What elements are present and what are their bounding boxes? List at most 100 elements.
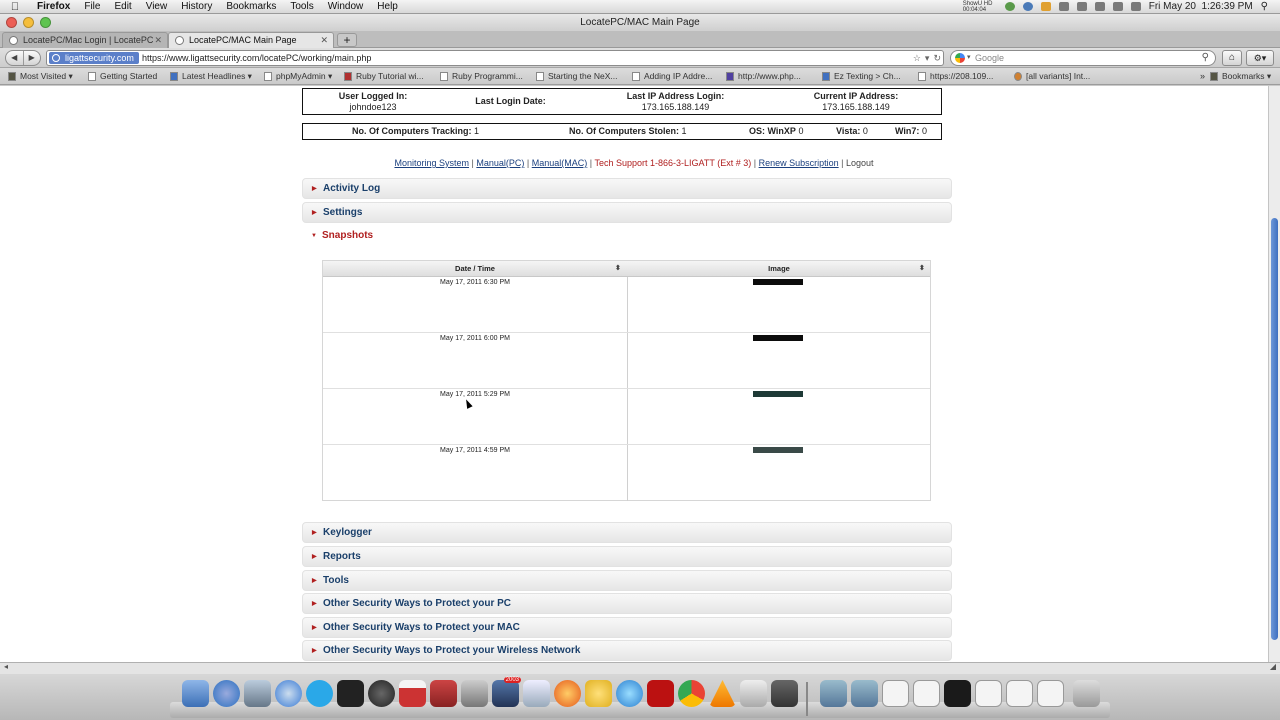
adium-icon[interactable] xyxy=(585,680,612,707)
xcode-icon[interactable] xyxy=(244,680,271,707)
home-button[interactable]: ⌂ xyxy=(1222,50,1242,66)
image-column-header[interactable]: Image xyxy=(628,261,930,277)
bookmark-most-visited[interactable]: Most Visited ▾ xyxy=(8,68,73,85)
safari-icon[interactable] xyxy=(275,680,302,707)
reload-icon[interactable]: ↻ xyxy=(933,51,941,65)
bookmark-starting-next[interactable]: Starting the NeX... xyxy=(536,68,617,85)
bookmark-adding-ip[interactable]: Adding IP Addre... xyxy=(632,68,712,85)
snapshot-thumbnail[interactable] xyxy=(753,447,803,453)
search-engine-dropdown-icon[interactable]: ▾ xyxy=(967,51,971,65)
new-tab-button[interactable]: + xyxy=(337,33,357,47)
close-tab-icon[interactable]: ✕ xyxy=(320,33,328,48)
close-tab-icon[interactable]: ✕ xyxy=(154,33,162,48)
snapshot-thumbnail[interactable] xyxy=(753,391,803,397)
filezilla-icon[interactable] xyxy=(647,680,674,707)
scrollbar-thumb[interactable] xyxy=(1271,218,1278,640)
menu-window[interactable]: Window xyxy=(321,1,371,12)
datetime-column-header[interactable]: Date / Time xyxy=(323,261,627,277)
system-preferences-icon[interactable] xyxy=(461,680,488,707)
virtualbox-icon[interactable] xyxy=(523,680,550,707)
app-store-icon[interactable] xyxy=(213,680,240,707)
spotlight-icon[interactable]: ⚲ xyxy=(1261,1,1268,12)
section-activity-log[interactable]: ▶ Activity Log xyxy=(302,178,952,199)
section-protect-pc[interactable]: ▶ Other Security Ways to Protect your PC xyxy=(302,593,952,614)
snapshot-thumbnail[interactable] xyxy=(753,335,803,341)
bookmark-latest-headlines[interactable]: Latest Headlines ▾ xyxy=(170,68,252,85)
back-button[interactable]: ◀ xyxy=(6,51,24,65)
section-reports[interactable]: ▶ Reports xyxy=(302,546,952,567)
section-snapshots[interactable]: ▼ Snapshots xyxy=(302,226,952,247)
globe-tray-icon[interactable] xyxy=(1004,2,1015,11)
bookmarks-menu-button[interactable]: Bookmarks ▾ xyxy=(1210,68,1271,85)
showu-hd-icon[interactable] xyxy=(771,680,798,707)
section-settings[interactable]: ▶ Settings xyxy=(302,202,952,223)
bluetooth-tray-icon[interactable] xyxy=(1058,2,1069,11)
vlc-icon[interactable] xyxy=(709,680,736,707)
zoom-window-button[interactable] xyxy=(40,17,51,28)
bookmark-ez-texting[interactable]: Ez Texting > Ch... xyxy=(822,68,901,85)
bookmarks-overflow-button[interactable]: » xyxy=(1200,68,1205,85)
office-2003-icon[interactable]: 2003 xyxy=(492,677,521,707)
minimized-window-icon[interactable] xyxy=(1006,680,1033,707)
sync-tray-icon[interactable] xyxy=(1022,2,1033,11)
section-tools[interactable]: ▶ Tools xyxy=(302,570,952,591)
documents-folder-icon[interactable] xyxy=(851,680,878,707)
minimized-window-icon[interactable] xyxy=(913,680,940,707)
minimized-window-icon[interactable] xyxy=(944,680,971,707)
calendar-icon[interactable] xyxy=(399,680,426,707)
sort-icon[interactable]: ⬍ xyxy=(615,261,621,277)
section-protect-wireless[interactable]: ▶ Other Security Ways to Protect your Wir… xyxy=(302,640,952,661)
apple-icon[interactable]:  xyxy=(0,1,30,13)
bookmark-php[interactable]: http://www.php... xyxy=(726,68,801,85)
menu-tools[interactable]: Tools xyxy=(283,1,320,12)
url-bar[interactable]: ligattsecurity.com https://www.ligattsec… xyxy=(46,50,944,66)
bookmark-getting-started[interactable]: Getting Started xyxy=(88,68,157,85)
resize-grip-icon[interactable]: ◢ xyxy=(1270,662,1276,671)
chrome-icon[interactable] xyxy=(678,680,705,707)
monitoring-system-link[interactable]: Monitoring System xyxy=(394,158,469,168)
bookmark-ip-208[interactable]: https://208.109... xyxy=(918,68,993,85)
minimized-window-icon[interactable] xyxy=(975,680,1002,707)
menu-firefox[interactable]: Firefox xyxy=(30,1,77,12)
skype-icon[interactable] xyxy=(306,680,333,707)
menu-view[interactable]: View xyxy=(139,1,175,12)
snapshot-thumbnail[interactable] xyxy=(753,279,803,285)
bookmark-ruby-programming[interactable]: Ruby Programmi... xyxy=(440,68,523,85)
section-keylogger[interactable]: ▶ Keylogger xyxy=(302,522,952,543)
bookmark-ruby-tutorial[interactable]: Ruby Tutorial wi... xyxy=(344,68,424,85)
time-machine-icon[interactable] xyxy=(1076,2,1087,11)
preview-icon[interactable] xyxy=(740,680,767,707)
tools-menu-button[interactable]: ⚙▾ xyxy=(1246,50,1274,66)
menu-history[interactable]: History xyxy=(174,1,219,12)
site-identity-badge[interactable]: ligattsecurity.com xyxy=(49,52,139,64)
minimize-window-button[interactable] xyxy=(23,17,34,28)
trash-icon[interactable] xyxy=(1073,680,1100,707)
bookmark-phpmyadmin[interactable]: phpMyAdmin ▾ xyxy=(264,68,332,85)
minimized-window-icon[interactable] xyxy=(882,680,909,707)
menu-help[interactable]: Help xyxy=(370,1,405,12)
menu-bookmarks[interactable]: Bookmarks xyxy=(219,1,283,12)
firefox-icon[interactable] xyxy=(554,680,581,707)
url-text[interactable]: https://www.ligattsecurity.com/locatePC/… xyxy=(142,52,371,65)
menu-clock[interactable]: Fri May 20 1:26:39 PM xyxy=(1149,1,1253,12)
forward-button[interactable]: ▶ xyxy=(24,51,41,65)
sort-icon[interactable]: ⬍ xyxy=(919,261,925,277)
tab-main-page[interactable]: LocatePC/MAC Main Page ✕ xyxy=(168,32,334,48)
google-icon[interactable] xyxy=(955,53,965,63)
tab-login[interactable]: LocatePC/Mac Login | LocatePC ✕ xyxy=(2,32,168,48)
dashboard-icon[interactable] xyxy=(368,680,395,707)
applications-folder-icon[interactable] xyxy=(820,680,847,707)
battery-icon[interactable] xyxy=(1130,2,1141,11)
volume-icon[interactable] xyxy=(1112,2,1123,11)
finder-icon[interactable] xyxy=(182,680,209,707)
close-window-button[interactable] xyxy=(6,17,17,28)
minimized-window-icon[interactable] xyxy=(1037,680,1064,707)
menu-edit[interactable]: Edit xyxy=(107,1,138,12)
section-protect-mac[interactable]: ▶ Other Security Ways to Protect your MAC xyxy=(302,617,952,638)
photo-booth-icon[interactable] xyxy=(430,680,457,707)
network-icon[interactable] xyxy=(616,680,643,707)
menu-file[interactable]: File xyxy=(77,1,107,12)
renew-subscription-link[interactable]: Renew Subscription xyxy=(759,158,839,168)
logout-link[interactable]: Logout xyxy=(846,158,874,168)
magnifier-icon[interactable]: ⚲ xyxy=(1202,51,1209,65)
